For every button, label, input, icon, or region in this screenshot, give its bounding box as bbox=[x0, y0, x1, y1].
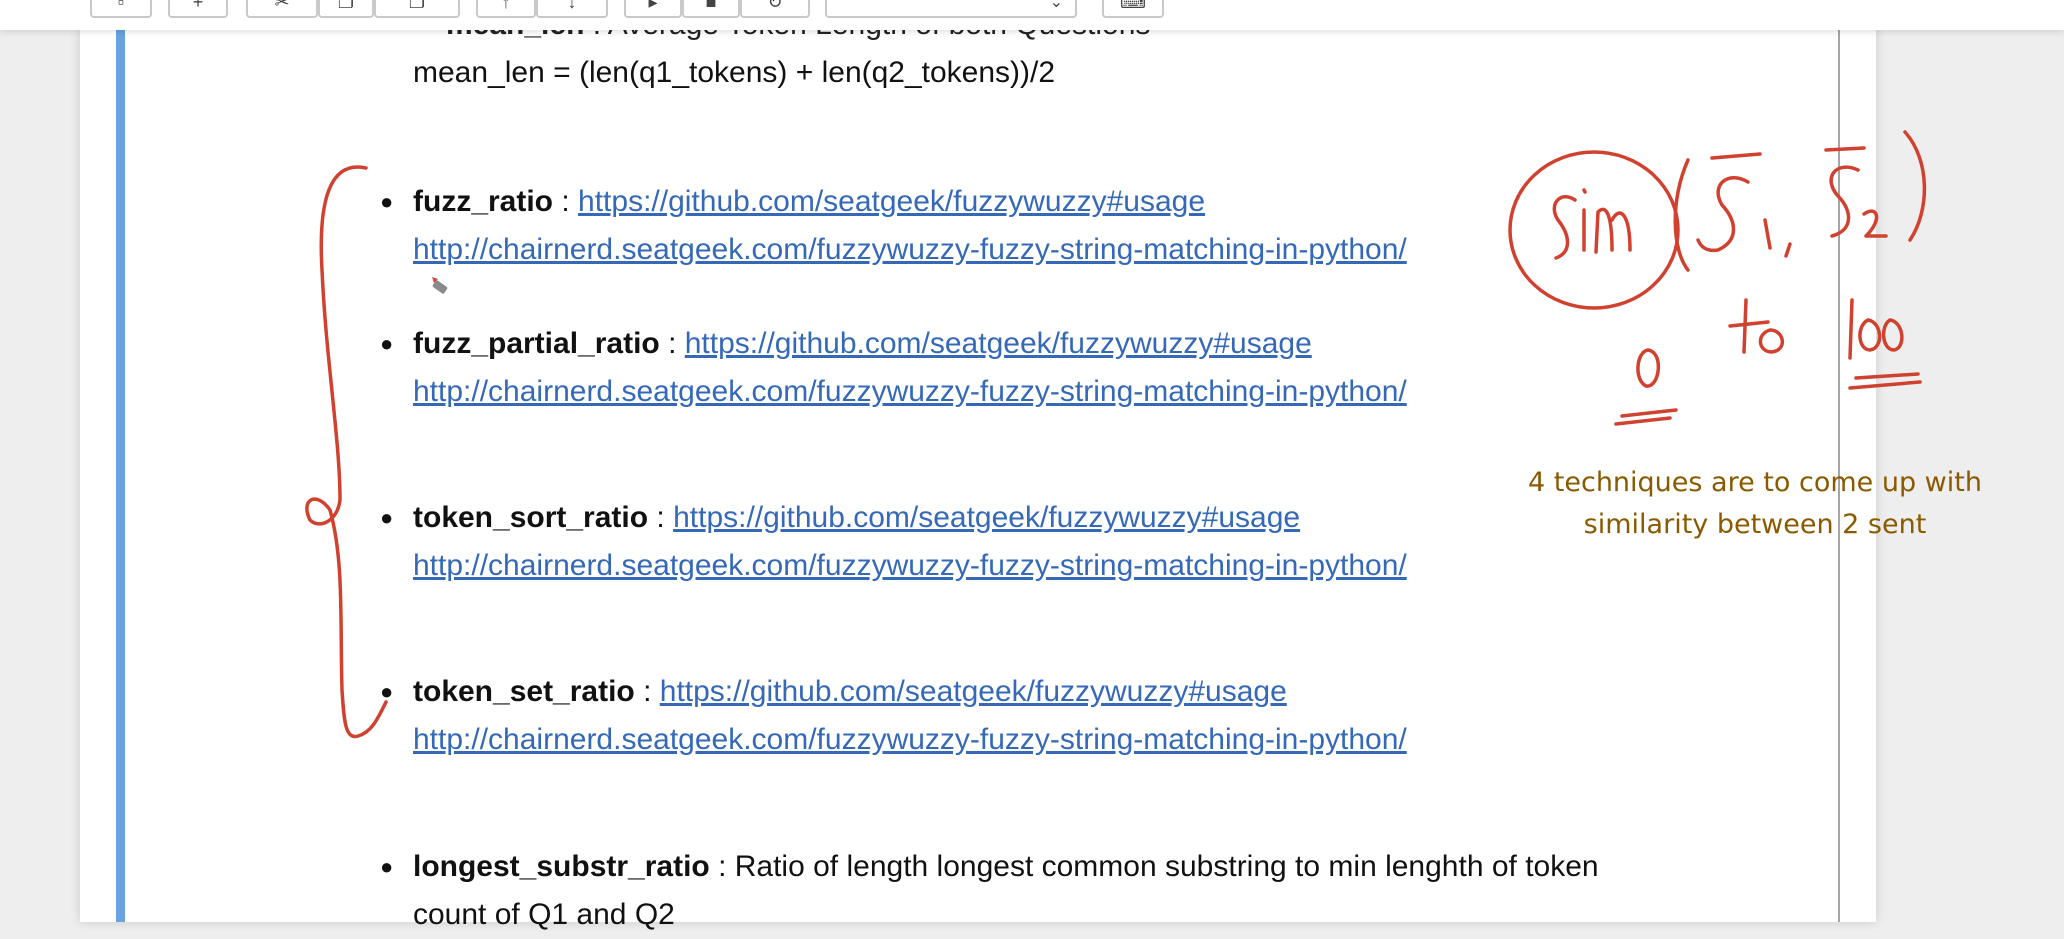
cut-icon[interactable]: ✂ bbox=[246, 0, 318, 18]
term: fuzz_partial_ratio bbox=[413, 327, 660, 360]
run-icon[interactable]: ▸ bbox=[624, 0, 682, 18]
copy-icon[interactable]: ❐ bbox=[318, 0, 374, 18]
github-link[interactable]: https://github.com/seatgeek/fuzzywuzzy#u… bbox=[578, 185, 1205, 218]
list-item-token-sort-ratio: ● token_sort_ratio : https://github.com/s… bbox=[380, 494, 1407, 590]
github-link[interactable]: https://github.com/seatgeek/fuzzywuzzy#u… bbox=[660, 675, 1287, 708]
pencil-cursor-icon bbox=[432, 277, 448, 294]
paste-icon[interactable]: ❐ bbox=[374, 0, 460, 18]
description: Ratio of length longest common substring… bbox=[734, 850, 1599, 883]
blog-link[interactable]: http://chairnerd.seatgeek.com/fuzzywuzzy… bbox=[413, 723, 1407, 756]
save-icon[interactable]: ▫ bbox=[90, 0, 152, 18]
bullet: ● bbox=[380, 189, 394, 214]
move-down-icon[interactable]: ↓ bbox=[536, 0, 608, 18]
add-icon[interactable]: + bbox=[168, 0, 228, 18]
description-line2: count of Q1 and Q2 bbox=[413, 898, 675, 931]
bullet: ● bbox=[380, 854, 394, 879]
term: token_sort_ratio bbox=[413, 501, 649, 534]
mean-len-formula: mean_len = (len(q1_tokens) + len(q2_toke… bbox=[413, 56, 1056, 89]
blog-link[interactable]: http://chairnerd.seatgeek.com/fuzzywuzzy… bbox=[413, 375, 1407, 408]
github-link[interactable]: https://github.com/seatgeek/fuzzywuzzy#u… bbox=[685, 327, 1312, 360]
bullet: ● bbox=[380, 331, 394, 356]
list-item-fuzz-ratio: ● fuzz_ratio : https://github.com/seatgee… bbox=[380, 178, 1407, 274]
chevron-down-icon: ⌄ bbox=[1049, 0, 1063, 11]
github-link[interactable]: https://github.com/seatgeek/fuzzywuzzy#u… bbox=[673, 501, 1300, 534]
restart-icon[interactable]: ↻ bbox=[740, 0, 810, 18]
notebook-toolbar: ▫ + ✂ ❐ ❐ ↑ ↓ ▸ ■ ↻ ⌄ ⌨ bbox=[0, 0, 2064, 30]
list-item-fuzz-partial-ratio: ● fuzz_partial_ratio : https://github.com… bbox=[380, 320, 1407, 416]
blog-link[interactable]: http://chairnerd.seatgeek.com/fuzzywuzzy… bbox=[413, 549, 1407, 582]
list-item-longest-substr-ratio: ● longest_substr_ratio : Ratio of length … bbox=[380, 843, 1599, 939]
move-up-icon[interactable]: ↑ bbox=[476, 0, 536, 18]
cell-type-select[interactable]: ⌄ bbox=[825, 0, 1077, 18]
term: token_set_ratio bbox=[413, 675, 635, 708]
markdown-cell[interactable]: mean_len : Average Token Length of both … bbox=[0, 0, 2064, 931]
blog-link[interactable]: http://chairnerd.seatgeek.com/fuzzywuzzy… bbox=[413, 233, 1407, 266]
bullet: ● bbox=[380, 679, 394, 704]
term: fuzz_ratio bbox=[413, 185, 554, 218]
bullet: ● bbox=[380, 505, 394, 530]
stop-icon[interactable]: ■ bbox=[682, 0, 740, 18]
annotation-note: 4 techniques are to come up with similar… bbox=[1528, 467, 1982, 540]
term: longest_substr_ratio bbox=[413, 850, 710, 883]
list-item-token-set-ratio: ● token_set_ratio : https://github.com/se… bbox=[380, 668, 1407, 764]
keyboard-icon[interactable]: ⌨ bbox=[1102, 0, 1164, 18]
